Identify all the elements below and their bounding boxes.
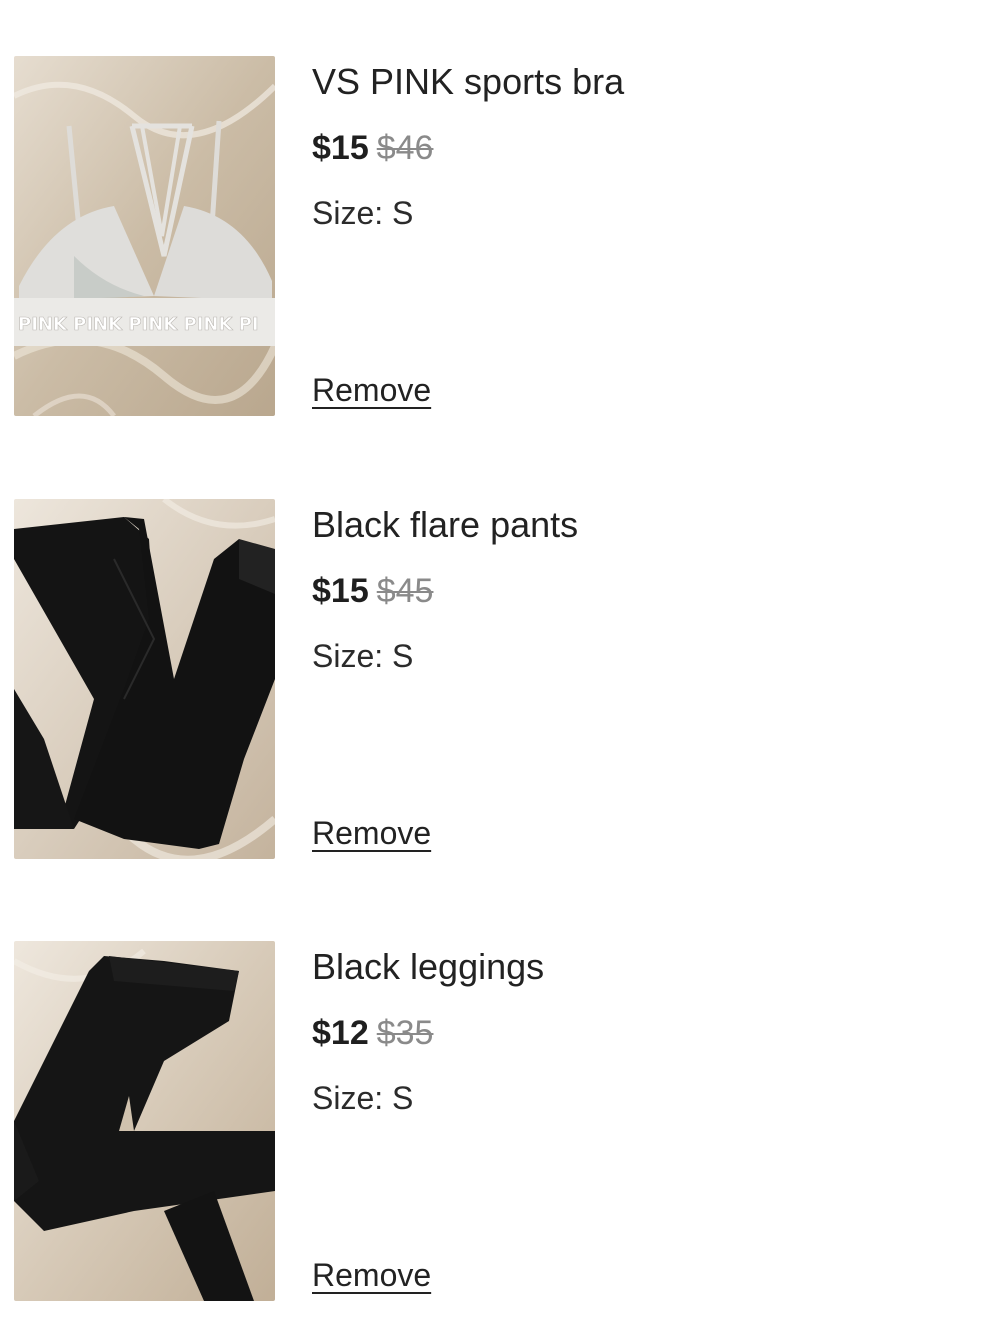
remove-button[interactable]: Remove [312, 1255, 431, 1295]
price-row: $12 $35 [312, 1011, 433, 1055]
remove-button[interactable]: Remove [312, 370, 431, 410]
product-image[interactable]: PINK PINK PINK PINK PI [14, 56, 275, 416]
price-row: $15 $46 [312, 126, 433, 170]
sale-price: $12 [312, 1014, 369, 1052]
item-size: Size: S [312, 1080, 414, 1116]
image-print-text: PINK PINK PINK PINK PI [18, 314, 259, 335]
price-row: $15 $45 [312, 569, 433, 613]
product-image[interactable] [14, 941, 275, 1301]
sale-price: $15 [312, 129, 369, 167]
sale-price: $15 [312, 572, 369, 610]
sports-bra-photo-icon: PINK PINK PINK PINK PI [14, 56, 275, 416]
original-price: $35 [376, 1014, 434, 1052]
cart-item-list: PINK PINK PINK PINK PI VS PINK sports br… [0, 0, 1000, 1333]
item-details: VS PINK sports bra $15 $46 Size: S Remove [312, 56, 952, 416]
remove-button[interactable]: Remove [312, 813, 431, 853]
item-title[interactable]: Black leggings [312, 945, 544, 989]
item-title[interactable]: Black flare pants [312, 503, 578, 547]
item-details: Black flare pants $15 $45 Size: S Remove [312, 499, 952, 859]
original-price: $46 [376, 129, 434, 167]
item-size: Size: S [312, 638, 414, 674]
original-price: $45 [376, 572, 434, 610]
item-title[interactable]: VS PINK sports bra [312, 60, 624, 104]
leggings-photo-icon [14, 941, 275, 1301]
product-image[interactable] [14, 499, 275, 859]
item-details: Black leggings $12 $35 Size: S Remove [312, 941, 952, 1301]
flare-pants-photo-icon [14, 499, 275, 859]
cart-item: PINK PINK PINK PINK PI VS PINK sports br… [14, 56, 974, 416]
cart-item: Black leggings $12 $35 Size: S Remove [14, 941, 974, 1301]
item-size: Size: S [312, 195, 414, 231]
cart-item: Black flare pants $15 $45 Size: S Remove [14, 499, 974, 859]
